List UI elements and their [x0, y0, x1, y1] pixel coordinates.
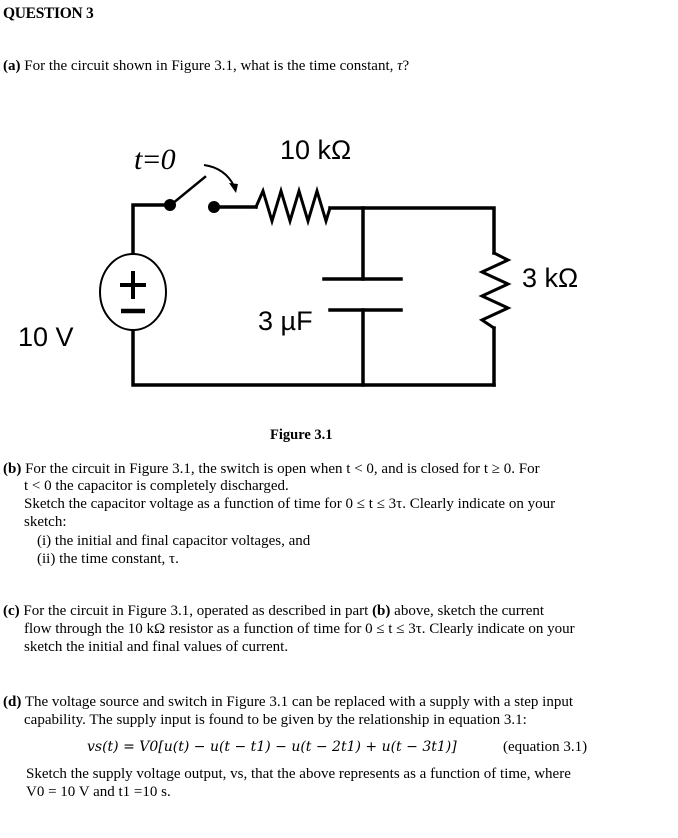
part-b-label: (b): [3, 461, 22, 477]
part-d-label: (d): [3, 694, 22, 710]
resistor-3k: [478, 250, 512, 331]
switch-contact-right: [208, 201, 220, 213]
part-d-line4: V0 = 10 V and t1 =10 s.: [26, 784, 171, 800]
part-b-line4: sketch:: [24, 514, 67, 530]
part-b-line3: Sketch the capacitor voltage as a functi…: [24, 496, 556, 512]
switch-contact-left: [164, 199, 176, 211]
source-voltage-label: 10 V: [18, 322, 74, 352]
part-d-line3: Sketch the supply voltage output, vs, th…: [26, 766, 571, 782]
part-c-line3: sketch the initial and final values of c…: [24, 639, 289, 655]
wire-left-top: [131, 203, 172, 260]
switch-blade: [170, 175, 207, 206]
part-b-line2: t < 0 the capacitor is completely discha…: [24, 478, 289, 494]
part-b-item1: (i) the initial and final capacitor volt…: [37, 533, 311, 549]
part-b-line1-text: For the circuit in Figure 3.1, the switc…: [21, 461, 540, 477]
equation-tag: (equation 3.1): [503, 739, 588, 755]
wire-bottom-rail: [131, 324, 496, 387]
part-b-line1: (b) For the circuit in Figure 3.1, the s…: [3, 461, 540, 478]
part-c-label: (c): [3, 603, 20, 619]
circuit-figure: [99, 164, 512, 387]
equation-3-1: vs(t) = V0[u(t) − u(t − t1) − u(t − 2t1)…: [87, 739, 457, 755]
part-c-line1-pre: For the circuit in Figure 3.1, operated …: [19, 603, 373, 619]
resistor-10k: [254, 185, 332, 227]
part-d-line1: (d) The voltage source and switch in Fig…: [3, 694, 573, 711]
figure-caption: Figure 3.1: [270, 427, 333, 443]
part-d-line2: capability. The supply input is found to…: [24, 712, 527, 728]
wire-top-rail: [328, 206, 496, 255]
part-d-line1-text: The voltage source and switch in Figure …: [21, 694, 574, 710]
part-c-line1-post: above, sketch the current: [390, 603, 545, 619]
switch-arrow-icon: [203, 164, 235, 187]
part-b-item2: (ii) the time constant, τ.: [37, 551, 179, 567]
switch-arrowhead: [229, 183, 238, 193]
switch-time-label: t=0: [134, 143, 176, 176]
part-c-line1: (c) For the circuit in Figure 3.1, opera…: [3, 603, 544, 620]
capacitor-label: 3 µF: [258, 306, 313, 336]
resistor-3k-label: 3 kΩ: [522, 263, 579, 293]
part-c-line2: flow through the 10 kΩ resistor as a fun…: [24, 621, 575, 637]
resistor-10k-label: 10 kΩ: [280, 135, 352, 165]
part-c-ref: (b): [372, 603, 391, 619]
